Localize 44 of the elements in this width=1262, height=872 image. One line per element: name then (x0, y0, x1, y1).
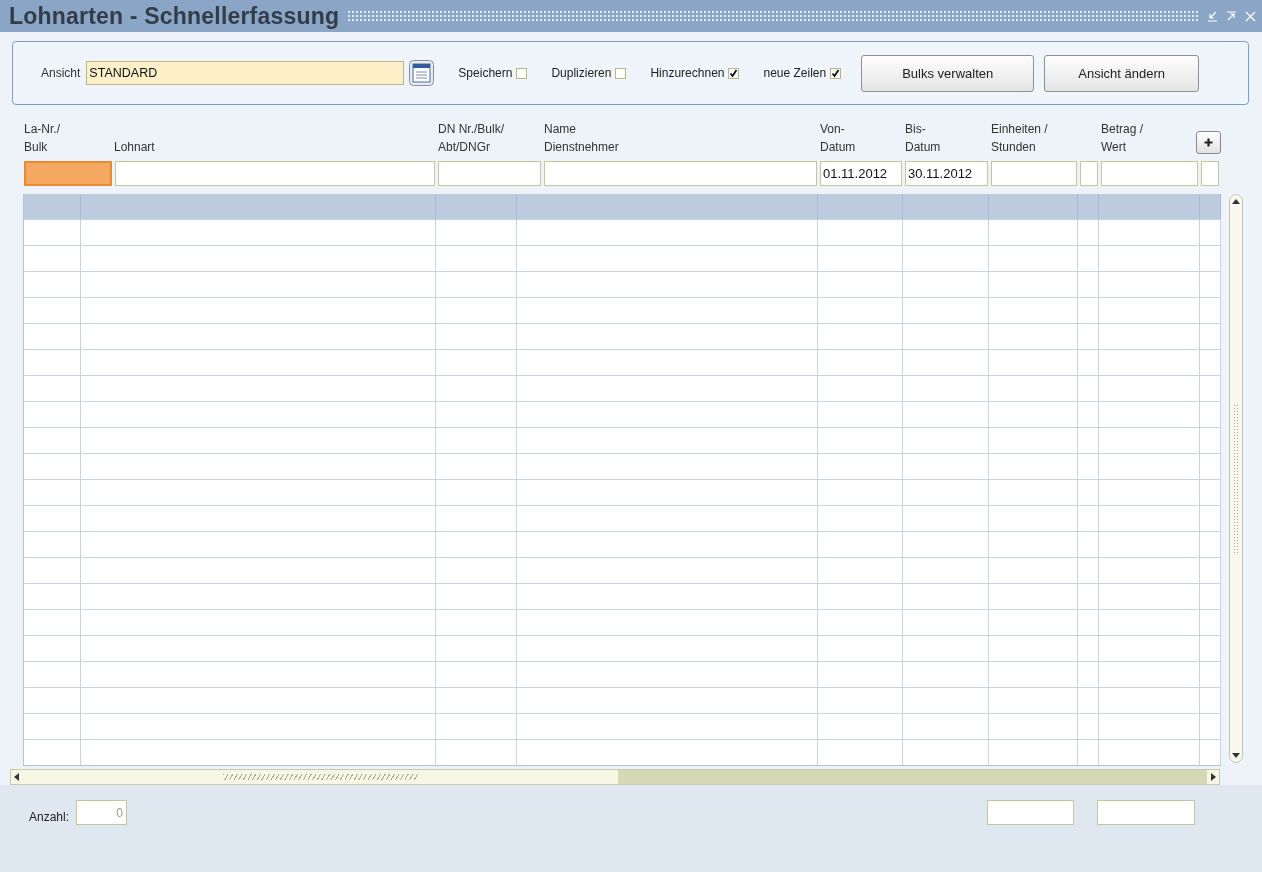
filter-field[interactable] (115, 161, 435, 186)
scroll-up-icon[interactable] (1232, 198, 1240, 204)
checkbox[interactable] (830, 67, 842, 79)
checkbox[interactable] (615, 67, 627, 79)
window-title: Lohnarten - Schnellerfassung (9, 2, 340, 30)
column-header: La-Nr./ Bulk (24, 121, 60, 156)
close-icon[interactable] (1245, 10, 1256, 22)
column-header: Lohnart (114, 139, 155, 156)
filter-field[interactable] (24, 161, 112, 186)
option-label: neue Zeilen (763, 66, 827, 80)
checkbox[interactable] (516, 67, 528, 79)
filter-field[interactable]: 30.11.2012 (905, 161, 988, 186)
filter-field[interactable] (438, 161, 541, 186)
option-label: Hinzurechnen (650, 66, 725, 80)
filter-field[interactable] (1201, 161, 1219, 186)
filter-field[interactable] (1101, 161, 1198, 186)
calendar-icon[interactable] (409, 60, 435, 86)
column-header: DN Nr./Bulk/ Abt/DNGr (438, 121, 504, 156)
action-button[interactable]: Ansicht ändern (1044, 54, 1200, 92)
column-header: Einheiten / Stunden (991, 121, 1048, 156)
count-label: Anzahl: (29, 810, 70, 824)
maximize-icon[interactable] (1226, 10, 1237, 22)
column-header: Betrag / Wert (1101, 121, 1144, 156)
vertical-scrollbar[interactable] (1229, 194, 1243, 763)
action-button[interactable]: Bulks verwalten (861, 54, 1035, 92)
view-label: Ansicht (41, 66, 81, 80)
total-field[interactable] (1097, 800, 1196, 825)
view-field[interactable]: STANDARD (86, 61, 405, 85)
option-label: Duplizieren (551, 66, 612, 80)
filter-field[interactable] (1080, 161, 1098, 186)
add-column-button[interactable] (1196, 131, 1221, 154)
filter-field[interactable] (991, 161, 1077, 186)
option-label: Speichern (458, 66, 513, 80)
filter-field[interactable] (544, 161, 817, 186)
minimize-icon[interactable] (1207, 10, 1218, 22)
scroll-down-icon[interactable] (1232, 753, 1240, 759)
plus-icon (1204, 138, 1213, 147)
checkbox[interactable] (728, 67, 740, 79)
horizontal-scrollbar[interactable] (10, 769, 1220, 785)
column-header: Name Dienstnehmer (544, 121, 619, 156)
column-header: Bis- Datum (905, 121, 941, 156)
column-header: Von- Datum (820, 121, 856, 156)
total-field[interactable] (987, 800, 1075, 825)
filter-field[interactable]: 01.11.2012 (820, 161, 902, 186)
